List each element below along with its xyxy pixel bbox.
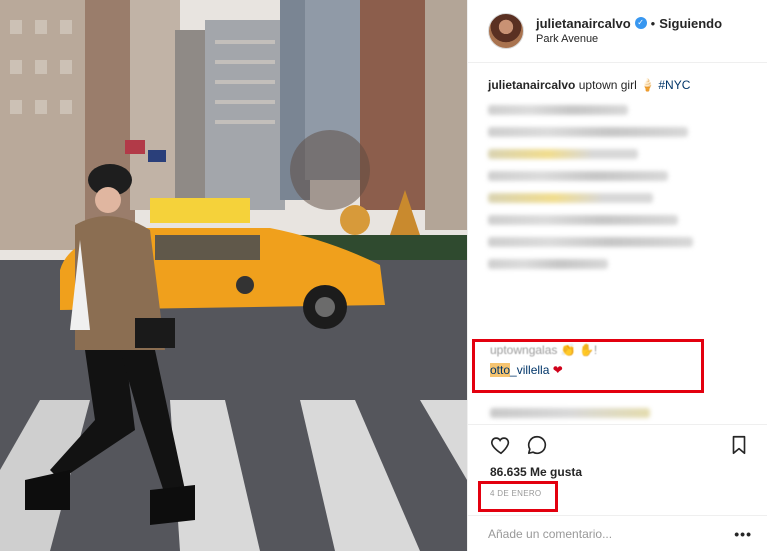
post-photo[interactable]	[0, 0, 467, 551]
header-text: julietanaircalvo ✓ • Siguiendo Park Aven…	[536, 16, 722, 47]
blurred-comment	[488, 171, 668, 181]
blurred-comment	[488, 215, 678, 225]
comment-item: otto_villella ❤	[490, 363, 563, 377]
post-header: julietanaircalvo ✓ • Siguiendo Park Aven…	[468, 0, 767, 63]
avatar[interactable]	[488, 13, 524, 49]
separator-dot: •	[650, 15, 656, 31]
blurred-comment	[488, 193, 653, 203]
comment-bubble-icon[interactable]	[524, 432, 550, 458]
comment-username[interactable]: _villella	[510, 363, 549, 377]
comment-mention[interactable]: otto	[490, 363, 511, 377]
verified-badge-icon: ✓	[634, 17, 647, 30]
header-username[interactable]: julietanaircalvo	[536, 16, 631, 32]
instagram-post: julietanaircalvo ✓ • Siguiendo Park Aven…	[0, 0, 767, 551]
comment-input[interactable]	[488, 526, 732, 541]
comment-bar: •••	[468, 515, 767, 551]
caption: julietanaircalvo uptown girl 🍦 #NYC	[488, 77, 747, 93]
blurred-comment	[488, 105, 628, 115]
comment-item: uptowngalas 👏 ✋!	[490, 343, 598, 357]
post-panel: julietanaircalvo ✓ • Siguiendo Park Aven…	[467, 0, 767, 551]
post-date: 4 DE ENERO	[490, 489, 542, 498]
caption-username[interactable]: julietanaircalvo	[488, 78, 575, 92]
action-bar	[468, 424, 767, 464]
caption-text: uptown girl 🍦	[578, 78, 656, 92]
blurred-comment	[490, 408, 650, 418]
more-options-icon[interactable]: •••	[732, 526, 752, 542]
likes-count[interactable]: 86.635 Me gusta	[490, 465, 582, 479]
red-heart-emoji: ❤	[552, 363, 563, 377]
heart-icon[interactable]	[488, 432, 514, 458]
blurred-comment	[488, 127, 688, 137]
street-scene-image	[0, 0, 467, 551]
blurred-comment	[488, 237, 693, 247]
blurred-comment	[488, 149, 638, 159]
user-line: julietanaircalvo ✓ • Siguiendo	[536, 16, 722, 32]
blurred-comment	[488, 259, 608, 269]
caption-hashtag[interactable]: #NYC	[658, 78, 690, 92]
location-link[interactable]: Park Avenue	[536, 33, 722, 46]
comments-section: julietanaircalvo uptown girl 🍦 #NYC	[468, 63, 767, 269]
follow-button[interactable]: Siguiendo	[659, 16, 722, 32]
bookmark-icon[interactable]	[726, 432, 752, 458]
